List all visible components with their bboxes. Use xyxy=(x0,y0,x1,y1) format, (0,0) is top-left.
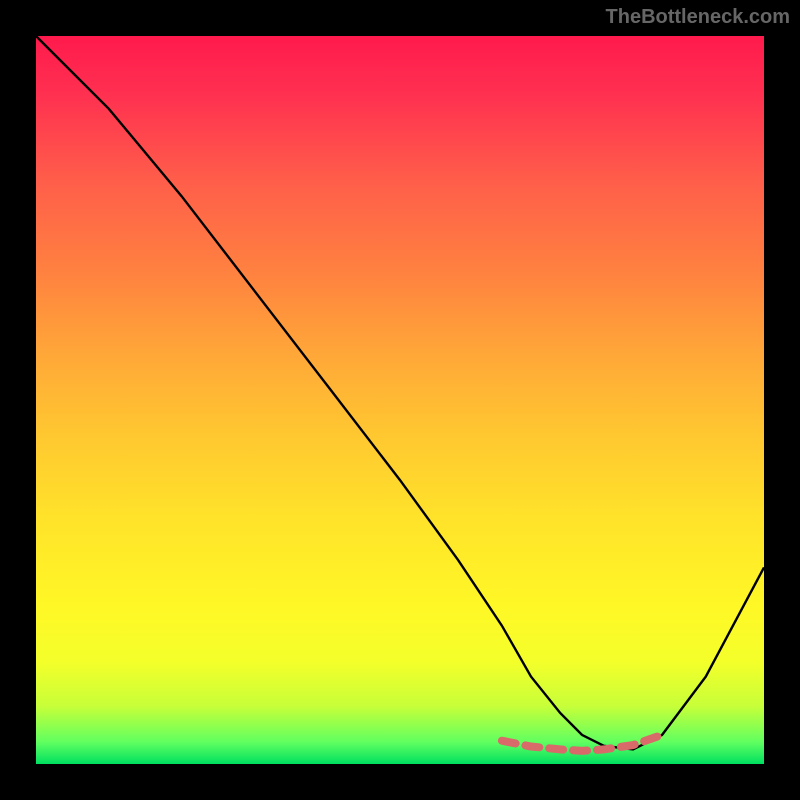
watermark-text: TheBottleneck.com xyxy=(606,6,790,29)
chart-plot-area xyxy=(36,36,764,764)
optimal-zone-line xyxy=(502,735,662,751)
bottleneck-curve-line xyxy=(36,36,764,749)
chart-svg xyxy=(36,36,764,764)
